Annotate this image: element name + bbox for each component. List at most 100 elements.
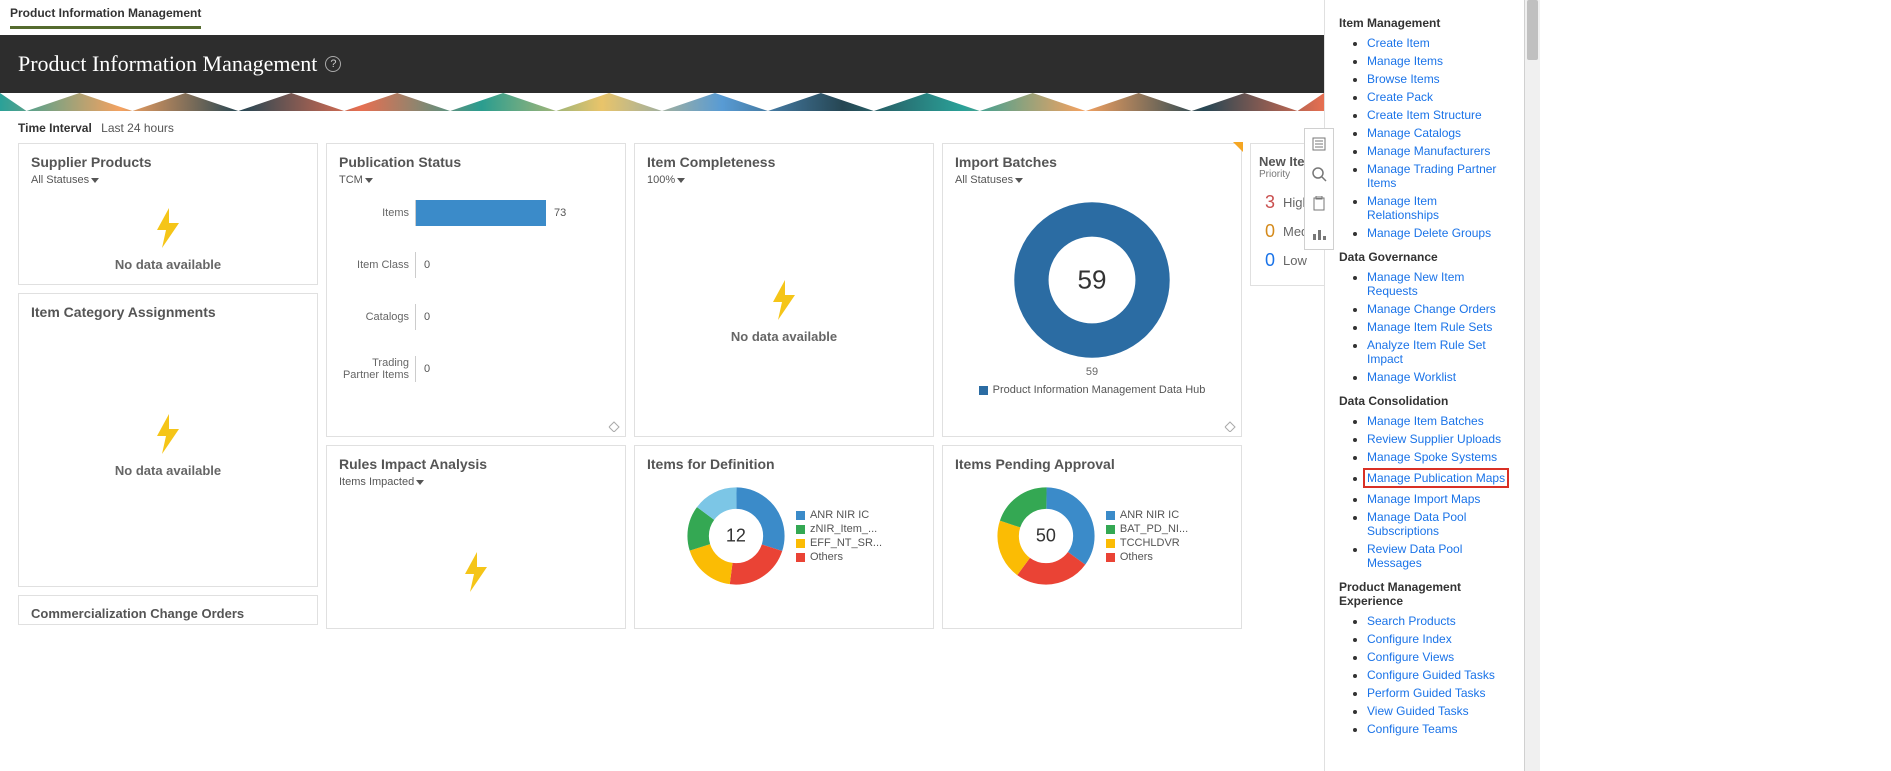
decorative-strip: [0, 93, 1324, 111]
alert-badge-icon[interactable]: [1233, 142, 1243, 152]
search-icon[interactable]: [1305, 159, 1333, 189]
publication-status-filter[interactable]: TCM: [339, 174, 373, 186]
panel-link[interactable]: Manage Spoke Systems: [1367, 450, 1497, 464]
panel-link[interactable]: Configure Views: [1367, 650, 1454, 664]
panel-link[interactable]: Review Supplier Uploads: [1367, 432, 1501, 446]
panel-link[interactable]: Configure Index: [1367, 632, 1452, 646]
vertical-scrollbar[interactable]: [1524, 0, 1540, 771]
item-completeness-filter[interactable]: 100%: [647, 174, 685, 186]
panel-link[interactable]: Manage Item Batches: [1367, 414, 1484, 428]
panel-link-item: Manage Items: [1367, 52, 1510, 70]
legend-item: ANR NIR IC: [1106, 509, 1188, 521]
panel-link[interactable]: Create Pack: [1367, 90, 1433, 104]
panel-link[interactable]: Manage Catalogs: [1367, 126, 1461, 140]
card-items-pending: Items Pending Approval 50 AN: [942, 445, 1242, 629]
card-title: Item Category Assignments: [31, 304, 305, 320]
panel-link-list: Manage New Item Requests Manage Change Or…: [1339, 268, 1510, 386]
legend-color-icon: [796, 553, 805, 562]
bar-track: 0: [415, 252, 613, 278]
bolt-icon: [155, 208, 181, 251]
panel-link[interactable]: Manage New Item Requests: [1367, 270, 1464, 298]
bar-track: 0: [415, 356, 613, 382]
panel-link-item: Configure Guided Tasks: [1367, 666, 1510, 684]
chevron-down-icon: [1015, 178, 1023, 183]
panel-link[interactable]: Manage Items: [1367, 54, 1443, 68]
card-title: Items for Definition: [647, 456, 921, 472]
card-title: Rules Impact Analysis: [339, 456, 613, 472]
legend-item: BAT_PD_NI...: [1106, 523, 1188, 535]
panel-link[interactable]: Manage Import Maps: [1367, 492, 1480, 506]
bar-label: Item Class: [339, 259, 415, 271]
list-icon[interactable]: [1305, 129, 1333, 159]
panel-link-item: View Guided Tasks: [1367, 702, 1510, 720]
panel-link[interactable]: Create Item Structure: [1367, 108, 1482, 122]
bolt-icon: [771, 280, 797, 323]
panel-link[interactable]: Create Item: [1367, 36, 1430, 50]
card-title: Commercialization Change Orders: [31, 606, 305, 621]
panel-link[interactable]: Configure Guided Tasks: [1367, 668, 1495, 682]
priority-row[interactable]: 0Low: [1259, 246, 1317, 275]
panel-link[interactable]: Manage Publication Maps: [1367, 471, 1505, 485]
panel-link[interactable]: Manage Change Orders: [1367, 302, 1496, 316]
panel-link-item: Create Pack: [1367, 88, 1510, 106]
priority-count: 0: [1259, 221, 1275, 242]
scrollbar-thumb[interactable]: [1527, 0, 1538, 60]
card-title: Item Completeness: [647, 154, 921, 170]
card-title: Items Pending Approval: [955, 456, 1229, 472]
legend-color-icon: [796, 539, 805, 548]
no-data-text: No data available: [19, 463, 317, 478]
help-icon[interactable]: ?: [325, 56, 341, 72]
bar-chart-icon[interactable]: [1305, 219, 1333, 249]
page-title: Product Information Management: [18, 51, 317, 77]
donut-below-label: 59: [1086, 366, 1098, 378]
legend-label: BAT_PD_NI...: [1120, 523, 1188, 535]
panel-link[interactable]: Manage Item Relationships: [1367, 194, 1439, 222]
bar-fill[interactable]: [416, 200, 546, 226]
legend-color-icon: [1106, 553, 1115, 562]
panel-link-item: Manage Delete Groups: [1367, 224, 1510, 242]
supplier-products-filter[interactable]: All Statuses: [31, 174, 99, 186]
card-item-category: Item Category Assignments No data availa…: [18, 293, 318, 587]
panel-link[interactable]: Analyze Item Rule Set Impact: [1367, 338, 1486, 366]
no-data-text: No data available: [19, 257, 317, 272]
panel-link[interactable]: Manage Worklist: [1367, 370, 1456, 384]
panel-link[interactable]: Browse Items: [1367, 72, 1440, 86]
bar-row: Trading Partner Items0: [339, 356, 613, 382]
rules-impact-filter[interactable]: Items Impacted: [339, 476, 424, 488]
expand-icon[interactable]: [1223, 418, 1237, 432]
legend-item: Product Information Management Data Hub: [979, 384, 1206, 396]
bar-track: 73: [415, 200, 613, 226]
panel-link[interactable]: Manage Item Rule Sets: [1367, 320, 1492, 334]
panel-link[interactable]: View Guided Tasks: [1367, 704, 1469, 718]
panel-link[interactable]: Review Data Pool Messages: [1367, 542, 1462, 570]
side-toolbar: [1304, 128, 1334, 250]
panel-link[interactable]: Search Products: [1367, 614, 1456, 628]
bar-row: Catalogs0: [339, 304, 613, 330]
panel-link[interactable]: Manage Delete Groups: [1367, 226, 1491, 240]
legend-color-icon: [1106, 539, 1115, 548]
legend-color-icon: [979, 386, 988, 395]
clipboard-icon[interactable]: [1305, 189, 1333, 219]
bar-row: Item Class0: [339, 252, 613, 278]
panel-link[interactable]: Manage Manufacturers: [1367, 144, 1490, 158]
expand-icon[interactable]: [607, 418, 621, 432]
panel-link[interactable]: Manage Data Pool Subscriptions: [1367, 510, 1466, 538]
tab-pim[interactable]: Product Information Management: [10, 6, 201, 29]
bar-row: Items73: [339, 200, 613, 226]
panel-link-list: Manage Item Batches Review Supplier Uploa…: [1339, 412, 1510, 572]
panel-link[interactable]: Perform Guided Tasks: [1367, 686, 1486, 700]
panel-link[interactable]: Configure Teams: [1367, 722, 1458, 736]
legend-item: Others: [796, 551, 882, 563]
import-batches-filter[interactable]: All Statuses: [955, 174, 1023, 186]
panel-section-heading: Item Management: [1339, 16, 1510, 30]
legend-item: EFF_NT_SR...: [796, 537, 882, 549]
panel-link[interactable]: Manage Trading Partner Items: [1367, 162, 1496, 190]
panel-link-item: Manage Import Maps: [1367, 490, 1510, 508]
panel-link-item: Analyze Item Rule Set Impact: [1367, 336, 1510, 368]
legend-color-icon: [796, 511, 805, 520]
highlighted-link: Manage Publication Maps: [1363, 468, 1509, 488]
right-task-panel: Item Management Create Item Manage Items Br…: [1324, 0, 1524, 771]
panel-link-item: Perform Guided Tasks: [1367, 684, 1510, 702]
bar-value: 0: [424, 311, 430, 323]
page-header: Product Information Management ?: [0, 35, 1324, 93]
